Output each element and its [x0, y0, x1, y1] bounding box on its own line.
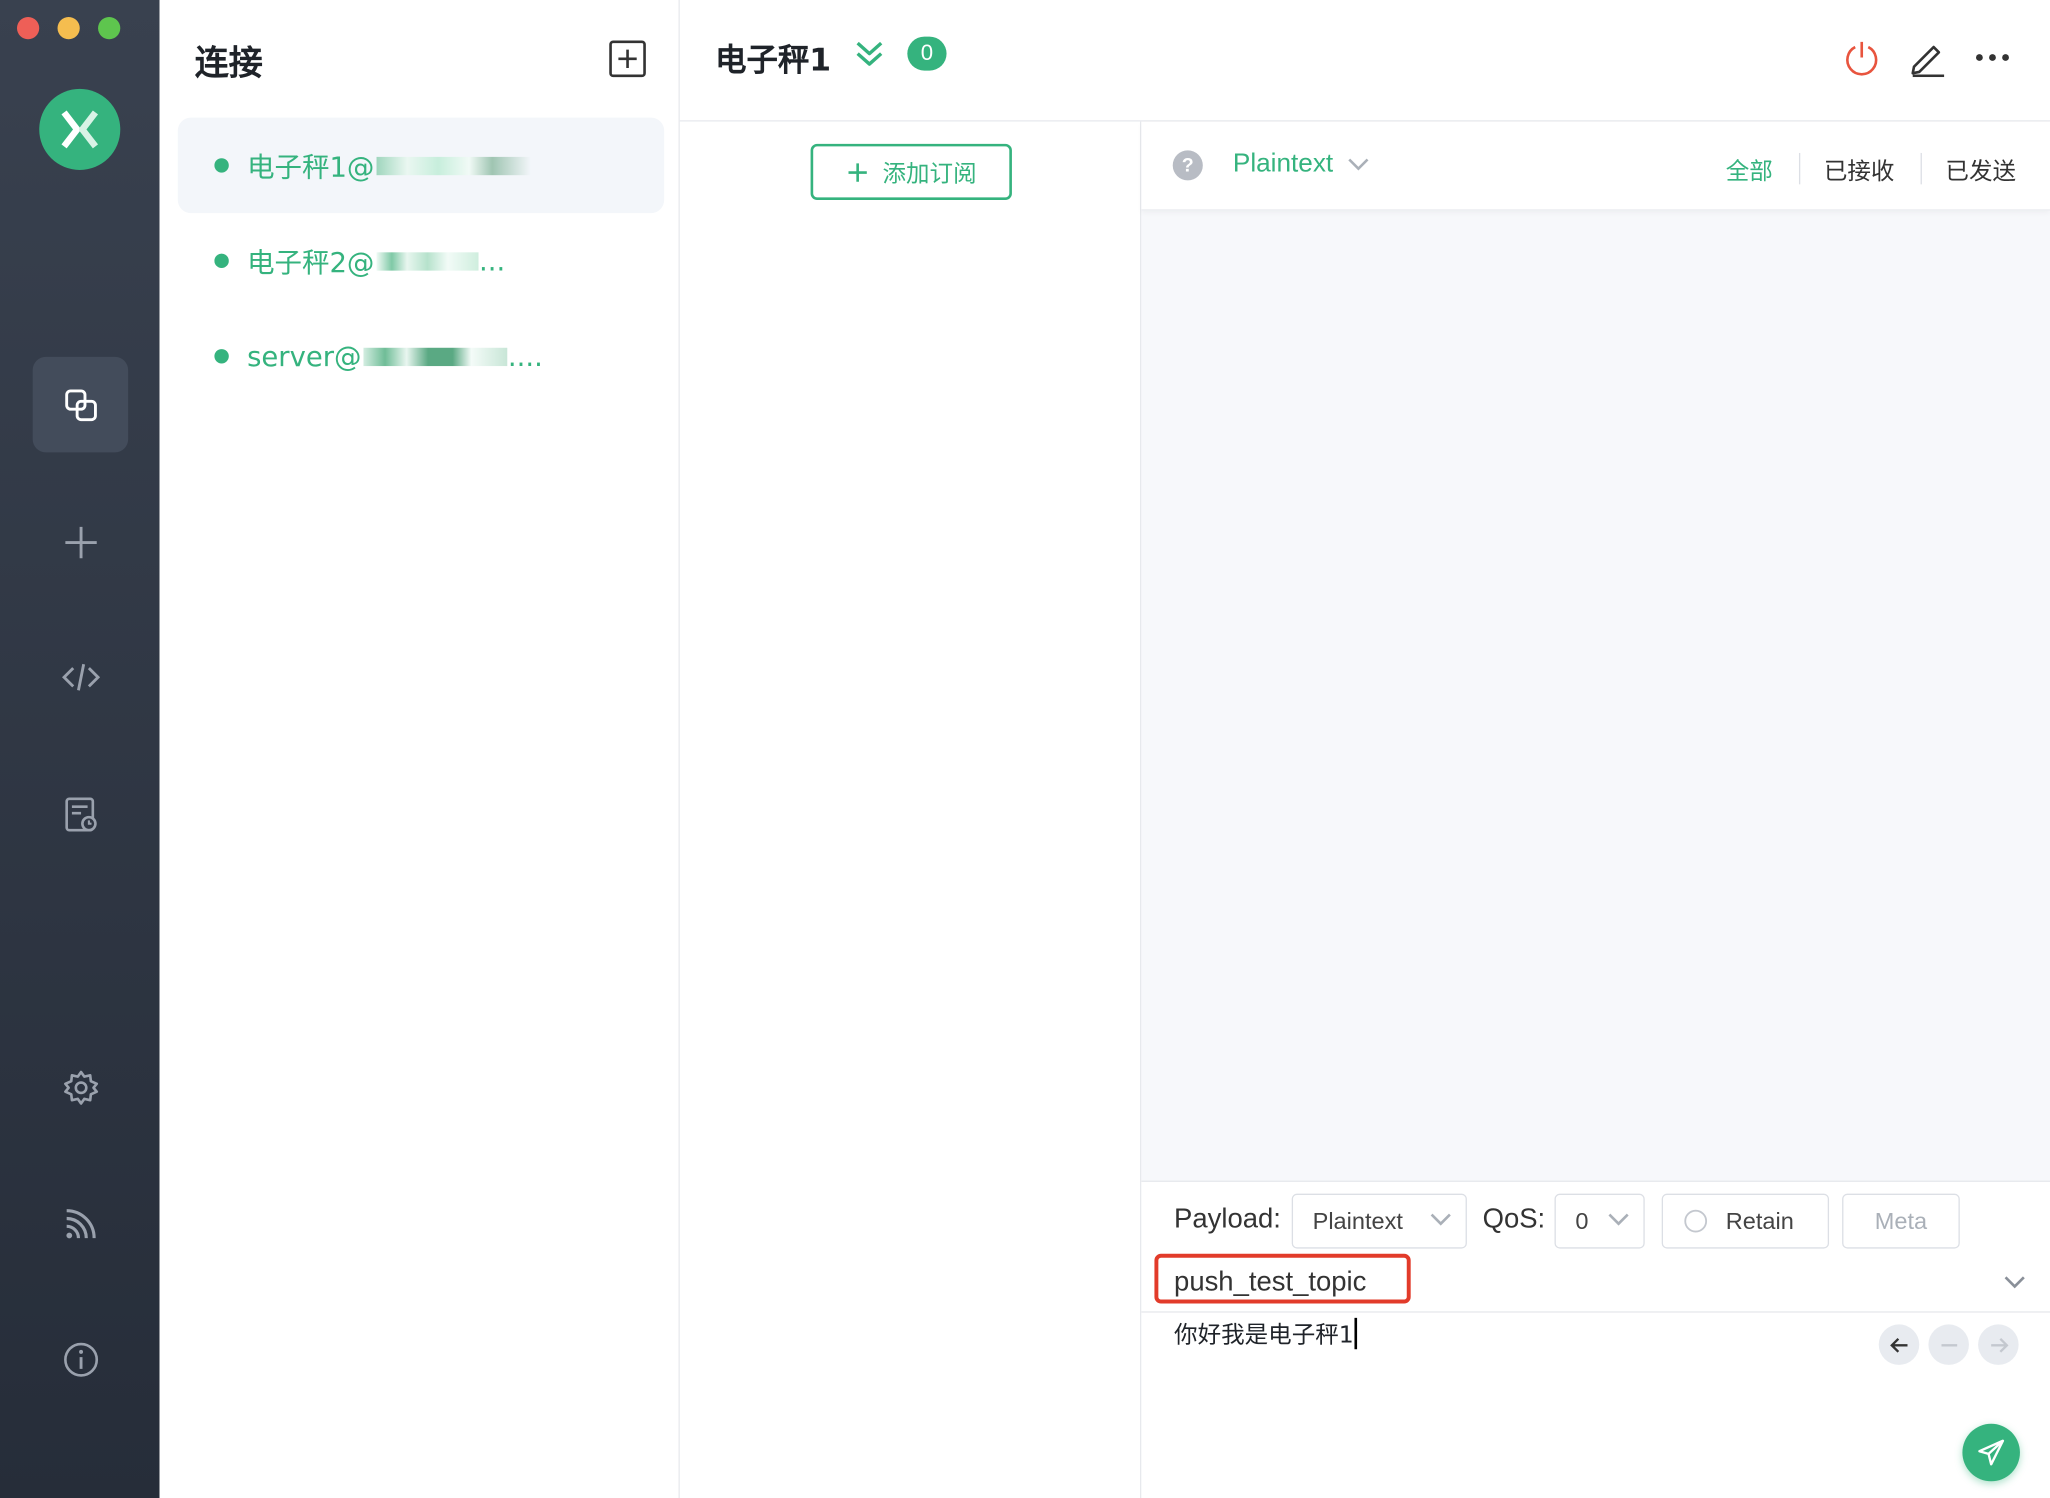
chevron-down-icon	[1347, 157, 1369, 170]
send-icon	[1978, 1439, 2005, 1466]
rail-script-button[interactable]	[33, 629, 128, 724]
redacted-host	[364, 347, 508, 366]
rss-icon	[65, 1208, 96, 1238]
pencil-icon	[1911, 45, 1945, 78]
rail-settings-button[interactable]	[33, 1039, 128, 1134]
connection-status-dot	[214, 349, 229, 364]
more-dots-icon	[1976, 54, 2009, 61]
connection-status-dot	[214, 253, 229, 269]
arrow-left-icon	[1889, 1337, 1907, 1353]
minus-icon	[1940, 1343, 1957, 1346]
filter-divider	[1920, 152, 1922, 185]
help-icon[interactable]: ?	[1172, 150, 1203, 181]
message-count-badge: 0	[907, 36, 947, 71]
history-next-button[interactable]	[1978, 1324, 2019, 1365]
info-icon	[63, 1342, 98, 1377]
connection-status-dot	[214, 158, 229, 173]
disconnect-button[interactable]	[1841, 37, 1883, 79]
redacted-host	[377, 156, 532, 175]
more-options-button[interactable]	[1972, 37, 2014, 79]
connection-ellipsis: ....	[507, 340, 543, 372]
connection-item[interactable]: server@ ....	[178, 309, 664, 404]
connection-name: 电子秤1@	[247, 151, 375, 183]
publish-divider	[1141, 1311, 2050, 1313]
history-prev-button[interactable]	[1878, 1324, 1920, 1365]
payload-label: Payload:	[1174, 1204, 1281, 1235]
connection-item[interactable]: 电子秤1@	[177, 117, 665, 214]
rail-about-button[interactable]	[33, 1311, 128, 1406]
radio-unchecked-icon	[1684, 1209, 1708, 1233]
code-icon	[61, 663, 100, 690]
filter-received-tab[interactable]: 已接收	[1824, 153, 1895, 187]
filter-sent-tab[interactable]: 已发送	[1945, 153, 2016, 187]
connections-panel: 连接 电子秤1@ 电子秤2@ ... server@ ....	[159, 0, 680, 1498]
topic-input[interactable]: push_test_topic	[1174, 1267, 1366, 1298]
retain-label: Retain	[1725, 1207, 1794, 1234]
payload-format-select[interactable]: Plaintext	[1291, 1193, 1467, 1249]
filter-all-tab[interactable]: 全部	[1726, 153, 1773, 187]
connection-ellipsis: ...	[478, 245, 506, 277]
edit-connection-button[interactable]	[1906, 37, 1948, 79]
power-icon	[1846, 41, 1878, 76]
qos-label: QoS:	[1482, 1204, 1546, 1235]
add-subscription-button[interactable]: 添加订阅	[810, 143, 1012, 201]
meta-label: Meta	[1874, 1207, 1928, 1234]
chevron-down-icon	[1430, 1213, 1451, 1226]
double-chevron-down-icon	[856, 41, 883, 66]
chevron-down-icon	[1608, 1213, 1629, 1226]
message-format-value: Plaintext	[1232, 149, 1334, 178]
qos-select[interactable]: 0	[1554, 1193, 1645, 1249]
log-icon	[64, 796, 97, 831]
filter-divider	[1798, 152, 1801, 185]
gear-icon	[63, 1070, 98, 1105]
rail-connections-button[interactable]	[32, 356, 129, 453]
message-format-select[interactable]: Plaintext	[1233, 149, 1370, 179]
new-connection-button[interactable]	[609, 40, 646, 78]
redacted-host	[377, 251, 479, 270]
subscriptions-panel: 添加订阅	[679, 121, 1142, 1498]
window-minimize-button[interactable]	[57, 16, 80, 40]
add-subscription-label: 添加订阅	[882, 160, 977, 188]
plus-icon	[64, 526, 97, 558]
payload-format-value: Plaintext	[1312, 1207, 1403, 1234]
meta-button[interactable]: Meta	[1842, 1193, 1960, 1249]
connection-header: 电子秤1 0	[679, 0, 2050, 122]
text-cursor	[1355, 1317, 1358, 1350]
connections-icon	[64, 388, 97, 421]
arrow-right-icon	[1990, 1337, 2008, 1353]
publish-panel: Payload: Plaintext QoS: 0 Retain Meta pu…	[1141, 1180, 2050, 1498]
connection-name: server@	[247, 340, 362, 372]
mqttx-logo	[39, 88, 121, 170]
retain-checkbox[interactable]: Retain	[1661, 1193, 1830, 1249]
rail-log-button[interactable]	[33, 766, 128, 861]
rail-feed-button[interactable]	[33, 1175, 128, 1270]
window-close-button[interactable]	[16, 16, 40, 40]
rail-new-connection-button[interactable]	[33, 494, 128, 589]
qos-value: 0	[1575, 1207, 1589, 1234]
messages-toolbar: ? Plaintext 全部 已接收 已发送	[1141, 121, 2050, 211]
history-current-button[interactable]	[1928, 1324, 1969, 1365]
connection-name: 电子秤2@	[247, 246, 375, 278]
collapse-toggle[interactable]	[852, 37, 886, 78]
messages-area: ? Plaintext 全部 已接收 已发送	[1141, 121, 2050, 1181]
plus-icon	[618, 49, 637, 68]
app-rail	[0, 0, 160, 1498]
window-maximize-button[interactable]	[98, 16, 121, 40]
send-button[interactable]	[1962, 1423, 2020, 1482]
chevron-down-icon	[2004, 1276, 2025, 1289]
connection-title: 电子秤1	[715, 41, 832, 79]
connection-item[interactable]: 电子秤2@ ...	[178, 213, 664, 308]
payload-text: 你好我是电子秤1	[1174, 1321, 1354, 1350]
plus-icon	[848, 162, 867, 182]
payload-editor[interactable]: 你好我是电子秤1	[1174, 1317, 1358, 1351]
connections-title: 连接	[194, 44, 263, 84]
topic-history-toggle[interactable]	[2003, 1273, 2027, 1297]
